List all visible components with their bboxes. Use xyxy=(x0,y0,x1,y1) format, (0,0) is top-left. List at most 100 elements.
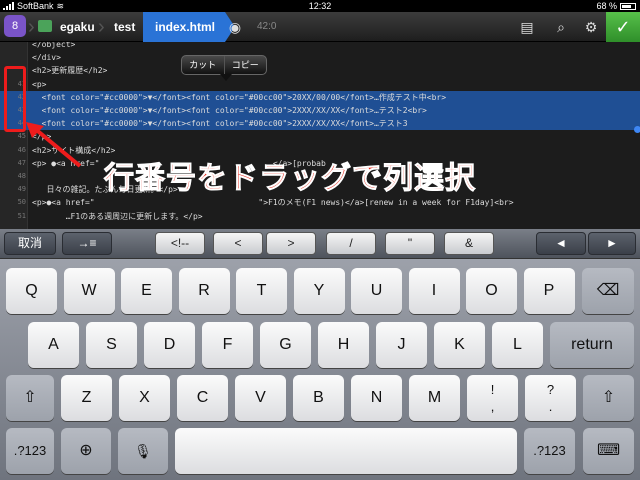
code-text: <h2>更新履歴</h2> xyxy=(32,66,108,76)
code-text: …F1のある週周辺に更新します。</p> xyxy=(32,211,203,221)
key-e[interactable]: E xyxy=(121,268,172,314)
code-line[interactable]: 41 <p> xyxy=(0,78,640,91)
code-line[interactable]: 43 <font color="#cc0000">▼</font><font c… xyxy=(0,104,640,117)
line-number[interactable]: 51 xyxy=(0,210,26,223)
key-f[interactable]: F xyxy=(202,322,253,368)
shift-key-right[interactable]: ⇧ xyxy=(583,375,634,421)
return-key[interactable]: return xyxy=(550,322,634,368)
key-n[interactable]: N xyxy=(351,375,402,421)
folder-icon xyxy=(38,20,52,32)
key-x[interactable]: X xyxy=(119,375,170,421)
key-q[interactable]: Q xyxy=(6,268,57,314)
numbers-key-left[interactable]: .?123 xyxy=(6,428,54,474)
code-line[interactable]: <h2>更新履歴</h2> xyxy=(0,64,640,77)
code-text: <font color="#cc0000">▼</font><font colo… xyxy=(32,106,427,115)
breadcrumb-test[interactable]: test xyxy=(114,12,135,42)
key-a[interactable]: A xyxy=(28,322,79,368)
key-w[interactable]: W xyxy=(63,268,115,314)
key-y[interactable]: Y xyxy=(293,268,345,314)
key-bottom-label: , xyxy=(490,399,495,414)
key-top-label: ? xyxy=(546,382,555,397)
code-line[interactable]: 51 …F1のある週周辺に更新します。</p> xyxy=(0,210,640,223)
indent-key[interactable]: →≡ xyxy=(62,232,112,255)
code-editor[interactable]: </object> </div> <h2>更新履歴</h2> 41 <p> 42 <fon… xyxy=(0,42,640,229)
key-z[interactable]: Z xyxy=(61,375,112,421)
key-bottom-label: . xyxy=(548,399,553,414)
line-number[interactable]: 49 xyxy=(0,183,26,196)
key-s[interactable]: S xyxy=(86,322,137,368)
status-bar: SoftBank ≋ 12:32 68 % xyxy=(0,0,640,12)
key-r[interactable]: R xyxy=(178,268,230,314)
key-p[interactable]: P xyxy=(523,268,575,314)
breadcrumb-egaku[interactable]: egaku xyxy=(60,12,95,42)
numbers-key-right[interactable]: .?123 xyxy=(524,428,575,474)
code-line[interactable]: 45</p> xyxy=(0,130,640,143)
key-v[interactable]: V xyxy=(235,375,286,421)
selection-handle[interactable] xyxy=(634,126,640,133)
annotation-arrow xyxy=(26,122,82,168)
code-line[interactable]: </object> xyxy=(0,42,640,51)
line-number[interactable]: 45 xyxy=(0,130,26,143)
code-text: <p>●<a href=" ">F1のメモ(F1 news)</a>[renew… xyxy=(32,198,514,208)
key-b[interactable]: B xyxy=(293,375,344,421)
line-number[interactable]: 50 xyxy=(0,196,26,209)
question-period-key[interactable]: ?. xyxy=(525,375,576,421)
gt-key[interactable]: > xyxy=(266,232,316,255)
amp-key[interactable]: & xyxy=(444,232,494,255)
key-d[interactable]: D xyxy=(144,322,195,368)
comment-key[interactable]: <!-- xyxy=(155,232,205,255)
preview-eye-icon[interactable]: ◉ xyxy=(226,18,244,36)
code-text: </div> xyxy=(32,53,61,63)
key-i[interactable]: I xyxy=(408,268,460,314)
key-u[interactable]: U xyxy=(351,268,402,314)
code-line[interactable]: 50 <p>●<a href=" ">F1のメモ(F1 news)</a>[ren… xyxy=(0,196,640,209)
code-text: <font color="#cc0000">▼</font><font colo… xyxy=(32,119,408,129)
app-menu-button[interactable]: 8 xyxy=(4,15,26,37)
key-c[interactable]: C xyxy=(177,375,228,421)
key-t[interactable]: T xyxy=(236,268,287,314)
cursor-position: 42:0 xyxy=(257,21,277,32)
code-text: <font color="#cc0000">▼</font><font colo… xyxy=(32,92,447,102)
globe-key[interactable]: ⊕ xyxy=(61,428,111,474)
cut-menu-item[interactable]: カット xyxy=(182,56,224,74)
key-l[interactable]: L xyxy=(492,322,543,368)
breadcrumb-separator-icon: › xyxy=(98,16,105,38)
key-h[interactable]: H xyxy=(318,322,369,368)
delete-key[interactable]: ⌫ xyxy=(582,268,634,314)
microphone-key[interactable]: 🎙 xyxy=(118,428,168,474)
software-keyboard: 取消 →≡ <!-- < > / " & ◄ ► Q W E R T Y U I O P ⌫ A S D F… xyxy=(0,229,640,480)
shift-key-left[interactable]: ⇧ xyxy=(6,375,54,421)
hide-keyboard-key[interactable]: ⌨ xyxy=(583,428,634,474)
lt-key[interactable]: < xyxy=(213,232,263,255)
key-j[interactable]: J xyxy=(376,322,427,368)
key-k[interactable]: K xyxy=(434,322,485,368)
done-check-button[interactable]: ✓ xyxy=(606,12,640,42)
breadcrumb-index-html[interactable]: index.html xyxy=(143,12,235,42)
line-number[interactable]: 48 xyxy=(0,170,26,183)
code-line[interactable]: 44 <font color="#cc0000">▼</font><font c… xyxy=(0,117,640,131)
annotation-highlight-box xyxy=(4,66,26,132)
key-top-label: ! xyxy=(490,382,495,397)
cursor-left-key[interactable]: ◄ xyxy=(536,232,586,255)
code-line[interactable]: 42 <font color="#cc0000">▼</font><font c… xyxy=(0,90,640,104)
copy-menu-item[interactable]: コピー xyxy=(223,56,267,74)
cursor-right-key[interactable]: ► xyxy=(588,232,636,255)
quote-key[interactable]: " xyxy=(385,232,435,255)
key-o[interactable]: O xyxy=(466,268,517,314)
cancel-key[interactable]: 取消 xyxy=(4,232,56,255)
line-number[interactable]: 46 xyxy=(0,144,26,157)
search-icon[interactable]: ⌕ xyxy=(552,18,570,36)
clock: 12:32 xyxy=(308,1,332,11)
space-key[interactable] xyxy=(175,428,517,474)
key-m[interactable]: M xyxy=(409,375,460,421)
document-icon[interactable]: ▤ xyxy=(518,18,536,36)
keyboard-accessory-bar: 取消 →≡ <!-- < > / " & ◄ ► xyxy=(0,229,640,259)
code-line[interactable]: </div> xyxy=(0,51,640,64)
exclaim-comma-key[interactable]: !, xyxy=(467,375,518,421)
checkmark-icon: ✓ xyxy=(615,17,631,37)
key-g[interactable]: G xyxy=(260,322,311,368)
line-number[interactable]: 47 xyxy=(0,157,26,170)
slash-key[interactable]: / xyxy=(326,232,376,255)
code-text: <p> xyxy=(32,79,47,89)
gear-icon[interactable]: ⚙ xyxy=(582,18,600,36)
